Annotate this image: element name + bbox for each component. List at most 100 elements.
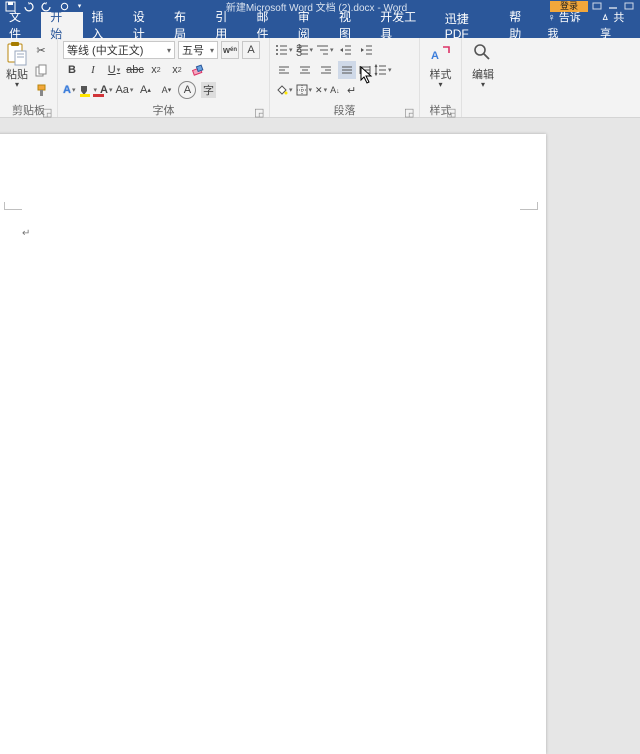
font-color-button[interactable]: A▾ [100,81,112,99]
numbering-icon: 123 [296,44,309,56]
person-icon: ㅿ [600,9,610,25]
borders-icon [296,84,308,96]
dialog-launcher-icon[interactable]: ◲ [446,106,456,116]
group-paragraph: ▾ 123▾ ▾ ▾ ▾ ▾ ✕▾ [270,38,420,117]
multilevel-button[interactable]: ▾ [316,41,334,59]
lightbulb-icon: ♀ [547,12,555,24]
group-label: 字体 [153,105,175,117]
line-spacing-icon [374,64,387,76]
copy-button[interactable] [32,61,50,79]
align-left-button[interactable] [275,61,293,79]
bullets-icon [275,44,288,56]
align-right-icon [320,65,332,76]
align-justify-icon [341,65,353,76]
align-justify-button[interactable] [338,61,356,79]
distribute-icon [359,65,371,76]
group-editing: 编辑 ▾ [462,38,504,117]
tab-developer[interactable]: 开发工具 [371,12,435,38]
increase-indent-button[interactable] [358,41,376,59]
ribbon-tabs: 文件 开始 插入 设计 布局 引用 邮件 审阅 视图 开发工具 迅捷PDF 帮助… [0,12,640,38]
decrease-indent-button[interactable] [337,41,355,59]
eraser-icon [191,63,205,77]
tab-references[interactable]: 引用 [206,12,247,38]
underline-button[interactable]: U▾ [105,61,123,79]
asian-layout-button[interactable]: ✕▾ [315,81,327,99]
document-area[interactable]: ↵ [0,118,640,570]
group-clipboard: 粘贴 ▾ ✂ 剪贴板◲ [0,38,58,117]
tab-view[interactable]: 视图 [330,12,371,38]
numbering-button[interactable]: 123▾ [296,41,314,59]
dialog-launcher-icon[interactable]: ◲ [254,106,264,116]
chevron-down-icon: ▾ [481,83,485,87]
styles-icon: A [429,41,453,65]
paste-icon [5,41,29,65]
distribute-button[interactable] [359,61,371,79]
dialog-launcher-icon[interactable]: ◲ [42,106,52,116]
clear-format-button[interactable] [189,61,207,79]
qat-dropdown-icon[interactable]: ▾ [76,0,83,12]
enclose-char-button[interactable]: A [178,81,196,99]
tab-pdf[interactable]: 迅捷PDF [436,12,500,38]
subscript-button[interactable]: x2 [147,61,165,79]
paint-bucket-icon [275,84,288,96]
strike-button[interactable]: abc [126,61,144,79]
show-marks-button[interactable]: ↵ [343,81,361,99]
sort-button[interactable]: A↓ [330,81,340,99]
group-label: 段落 [334,105,356,117]
char-shading-button[interactable]: 字 [199,81,217,99]
grow-font-button[interactable]: A▴ [136,81,154,99]
multilevel-icon [316,44,329,56]
tab-mailings[interactable]: 邮件 [248,12,289,38]
align-center-button[interactable] [296,61,314,79]
outdent-icon [339,44,352,56]
group-label: 剪贴板 [12,105,45,117]
italic-button[interactable]: I [84,61,102,79]
cut-button[interactable]: ✂ [32,41,50,59]
svg-text:A: A [431,50,439,62]
tab-design[interactable]: 设计 [124,12,165,38]
font-name-combo[interactable]: 等线 (中文正文)▾ [63,41,175,59]
line-spacing-button[interactable]: ▾ [374,61,392,79]
shading-button[interactable]: ▾ [275,81,293,99]
dialog-launcher-icon[interactable]: ◲ [404,106,414,116]
page[interactable]: ↵ [0,134,546,754]
char-border-button[interactable]: A [242,41,260,59]
editing-button[interactable]: 编辑 ▾ [471,41,495,102]
share-button[interactable]: ㅿ 共享 [600,9,634,41]
tab-layout[interactable]: 布局 [165,12,206,38]
styles-button[interactable]: A 样式 ▾ [429,41,453,102]
margin-mark-tr [520,202,538,210]
font-size-combo[interactable]: 五号▾ [178,41,218,59]
superscript-button[interactable]: x2 [168,61,186,79]
text-effects-button[interactable]: A▾ [63,81,75,99]
paste-button[interactable]: 粘贴 ▾ [5,41,29,102]
align-right-button[interactable] [317,61,335,79]
copy-icon [35,64,48,77]
tab-file[interactable]: 文件 [0,12,41,38]
tab-insert[interactable]: 插入 [83,12,124,38]
shrink-font-button[interactable]: A▾ [157,81,175,99]
phonetic-guide-button[interactable]: wén [221,41,239,59]
brush-icon [35,84,48,97]
indent-icon [360,44,373,56]
tab-review[interactable]: 审阅 [289,12,330,38]
chevron-down-icon: ▾ [207,46,214,55]
find-icon [471,41,495,65]
tab-home[interactable]: 开始 [41,12,82,38]
align-left-icon [278,65,290,76]
tellme-button[interactable]: ♀ 告诉我 [547,9,590,41]
bold-button[interactable]: B [63,61,81,79]
tab-help[interactable]: 帮助 [500,12,541,38]
char-case-button[interactable]: Aa▾ [115,81,133,99]
format-painter-button[interactable] [32,81,50,99]
borders-button[interactable]: ▾ [296,81,313,99]
group-styles: A 样式 ▾ 样式◲ [420,38,462,117]
bullets-button[interactable]: ▾ [275,41,293,59]
pilcrow-icon: ↵ [347,84,356,97]
align-center-icon [299,65,311,76]
chevron-down-icon: ▾ [164,46,171,55]
chevron-down-icon: ▾ [438,83,442,87]
highlighter-icon [78,84,92,97]
ribbon: 粘贴 ▾ ✂ 剪贴板◲ 等线 (中文正文)▾ 五号▾ wén A B [0,38,640,118]
chevron-down-icon: ▾ [15,83,19,87]
